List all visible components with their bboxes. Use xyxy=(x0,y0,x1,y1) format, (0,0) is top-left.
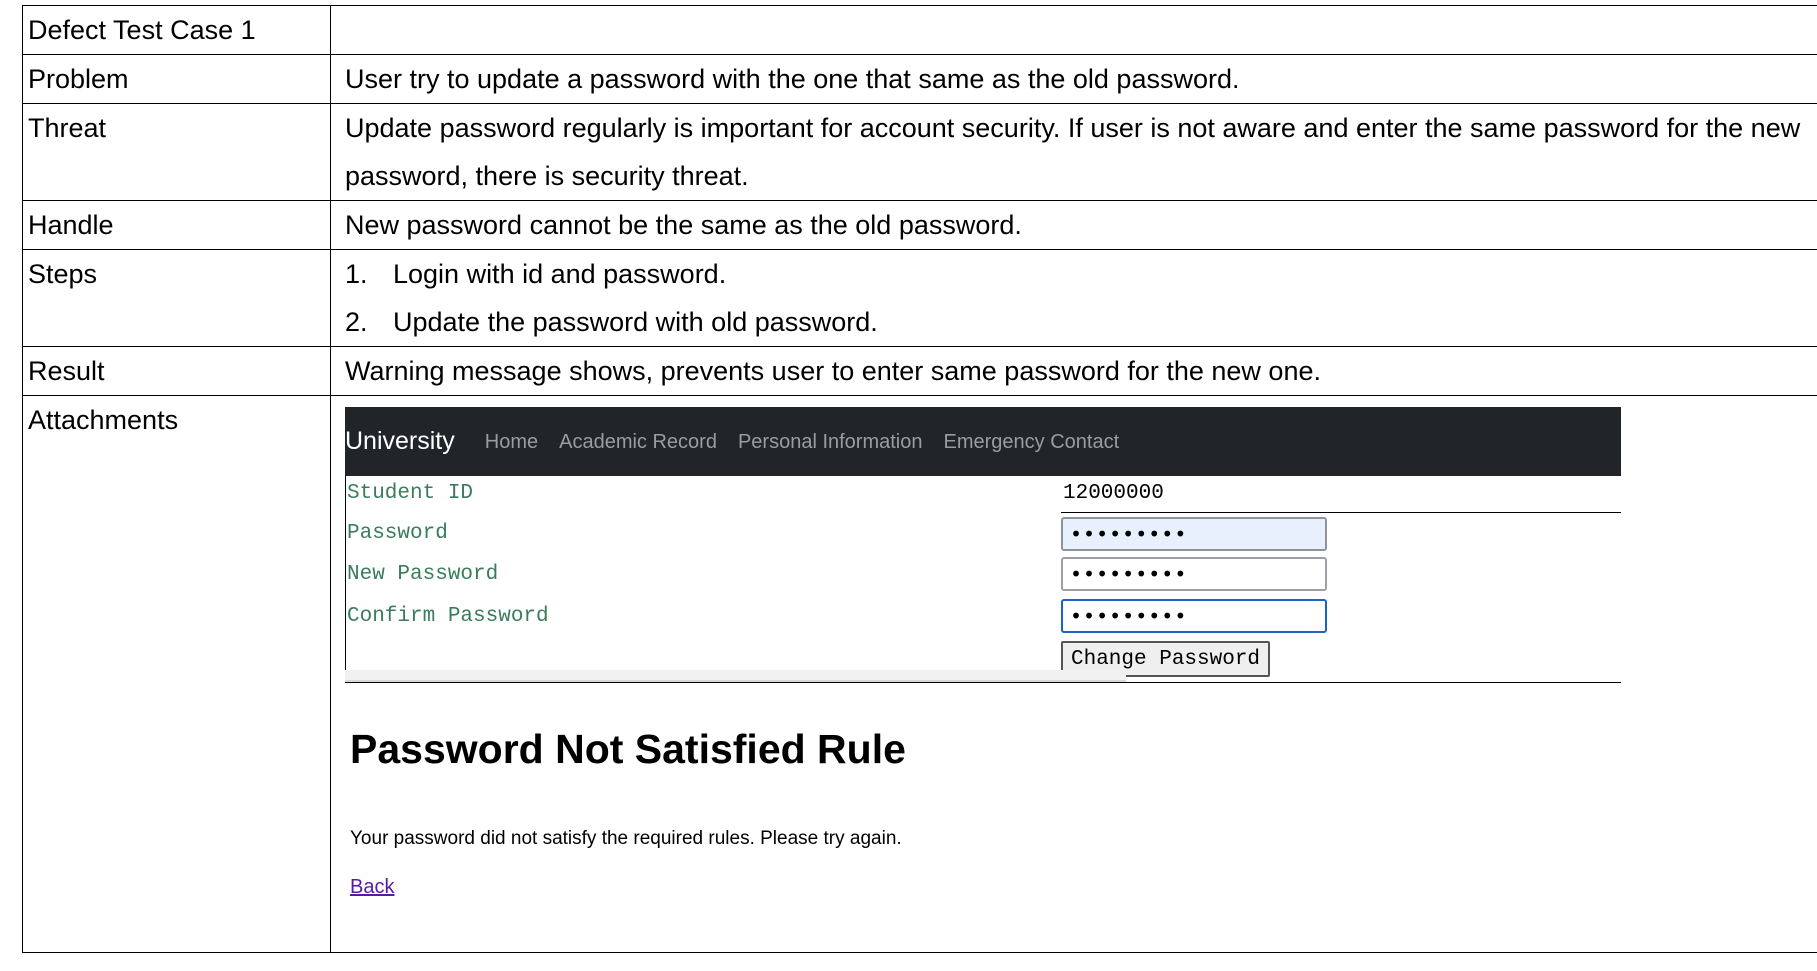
navbar: University Home Academic Record Personal… xyxy=(345,407,1621,476)
confirm-password-field[interactable] xyxy=(1061,599,1327,633)
title-row: Defect Test Case 1 xyxy=(22,5,1817,55)
table-title: Defect Test Case 1 xyxy=(22,5,331,55)
attachment-screenshot: University Home Academic Record Personal… xyxy=(345,396,1817,952)
defect-test-case-table: Defect Test Case 1 Problem User try to u… xyxy=(22,5,1817,953)
step-text: Login with id and password. xyxy=(393,259,727,289)
nav-link-home[interactable]: Home xyxy=(485,432,538,452)
problem-text: User try to update a password with the o… xyxy=(330,54,1817,104)
list-item: 2. Update the password with old password… xyxy=(345,298,1817,346)
confirm-password-label: Confirm Password xyxy=(347,605,549,628)
navbar-brand[interactable]: University xyxy=(345,429,455,454)
handle-label: Handle xyxy=(22,200,331,250)
problem-label: Problem xyxy=(22,54,331,104)
attachments-row: Attachments University Home Academic Rec… xyxy=(22,395,1817,953)
student-id-value: 12000000 xyxy=(1063,482,1164,505)
steps-row: Steps 1. Login with id and password. 2. … xyxy=(22,249,1817,347)
back-link[interactable]: Back xyxy=(350,877,394,897)
result-label: Result xyxy=(22,346,331,396)
result-text-cell: Warning message shows, prevents user to … xyxy=(330,346,1817,396)
threat-text: Update password regularly is important f… xyxy=(330,103,1817,201)
warning-message: Your password did not satisfy the requir… xyxy=(350,828,902,849)
new-password-label: New Password xyxy=(347,563,499,586)
problem-row: Problem User try to update a password wi… xyxy=(22,54,1817,104)
threat-label: Threat xyxy=(22,103,331,201)
nav-link-academic-record[interactable]: Academic Record xyxy=(559,432,717,452)
divider-bar xyxy=(345,670,1126,682)
handle-text: New password cannot be the same as the o… xyxy=(330,200,1817,250)
password-label: Password xyxy=(347,522,448,545)
step-text: Update the password with old password. xyxy=(393,307,878,337)
list-item: 1. Login with id and password. xyxy=(345,250,1817,298)
password-field[interactable] xyxy=(1061,517,1327,551)
attachments-cell: University Home Academic Record Personal… xyxy=(330,395,1817,953)
step-number: 2. xyxy=(345,307,368,337)
new-password-field[interactable] xyxy=(1061,557,1327,591)
attachments-label: Attachments xyxy=(22,395,331,953)
steps-list: 1. Login with id and password. 2. Update… xyxy=(345,250,1817,346)
screenshot-page: University Home Academic Record Personal… xyxy=(345,407,1621,897)
student-id-divider xyxy=(1061,512,1621,513)
steps-label: Steps xyxy=(22,249,331,347)
threat-row: Threat Update password regularly is impo… xyxy=(22,103,1817,201)
page-title: Password Not Satisfied Rule xyxy=(350,726,906,772)
handle-row: Handle New password cannot be the same a… xyxy=(22,200,1817,250)
nav-link-personal-information[interactable]: Personal Information xyxy=(738,432,923,452)
steps-cell: 1. Login with id and password. 2. Update… xyxy=(330,249,1817,347)
title-empty-cell xyxy=(330,5,1817,55)
step-number: 1. xyxy=(345,259,368,289)
student-id-label: Student ID xyxy=(347,482,474,505)
result-row: Result Warning message shows, prevents u… xyxy=(22,346,1817,396)
nav-link-emergency-contact[interactable]: Emergency Contact xyxy=(944,432,1120,452)
change-password-form: Student ID 12000000 Password New Passwor… xyxy=(345,476,1621,683)
